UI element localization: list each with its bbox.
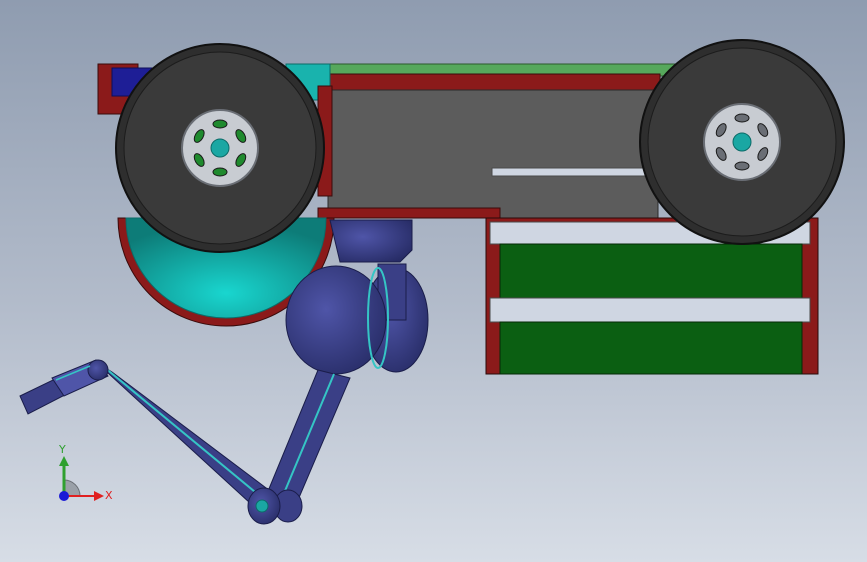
graphics-viewport[interactable]: Y X	[0, 0, 867, 562]
top-red-rail	[319, 73, 661, 91]
rim-hole	[734, 161, 750, 171]
mount-block	[329, 219, 413, 263]
bottom-red-ledge	[317, 207, 501, 219]
main-body-panel	[327, 89, 659, 219]
upper-arm-edge	[103, 366, 273, 507]
elbow-pin	[255, 499, 269, 513]
coordinate-triad: Y X	[58, 443, 113, 502]
battery-cell-upper	[499, 243, 803, 299]
y-axis-arrow	[59, 456, 69, 466]
cad-model[interactable]	[0, 0, 867, 562]
x-axis-label: X	[105, 489, 113, 502]
y-axis-label: Y	[58, 443, 66, 456]
gripper[interactable]	[19, 359, 109, 415]
lower-arm-edge	[281, 373, 335, 499]
origin-dot	[59, 491, 69, 501]
rim-hole	[734, 113, 750, 123]
battery-cell-lower	[499, 321, 803, 375]
battery-slot-middle	[489, 297, 811, 323]
wrist-joint	[87, 359, 109, 381]
rear-wheel[interactable]	[639, 39, 845, 245]
rim-hole	[212, 167, 228, 177]
rim-hole	[212, 119, 228, 129]
rear-hub	[732, 132, 752, 152]
front-hub	[210, 138, 230, 158]
front-wheel[interactable]	[115, 43, 325, 253]
x-axis-arrow	[94, 491, 104, 501]
